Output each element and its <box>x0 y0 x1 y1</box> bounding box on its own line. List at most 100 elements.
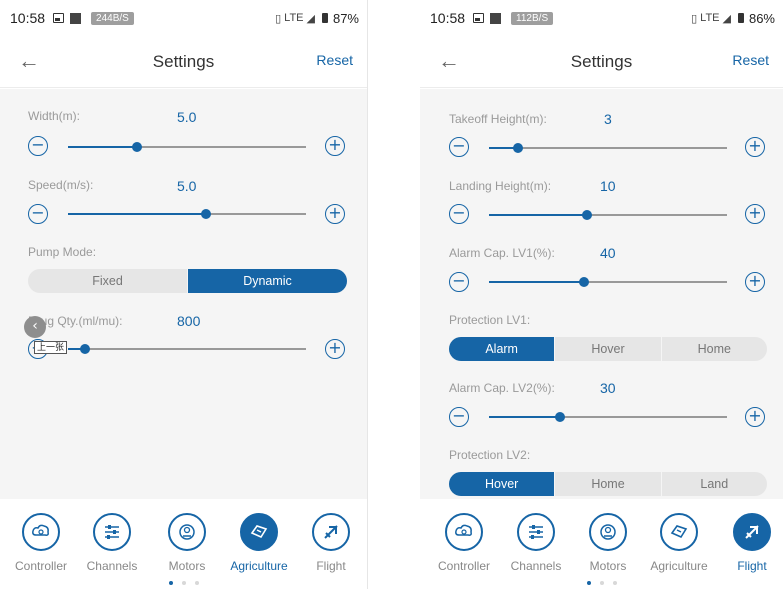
settings-screen-flight: 10:58 112B/S ▯ LTE ◢ 86% ← Settings Rese… <box>420 0 783 589</box>
tab-flight-label: Flight <box>316 559 346 573</box>
tab-flight[interactable]: Flight <box>296 513 366 573</box>
bottom-tab-bar: Controller Channels Motors Agriculture F… <box>0 499 367 589</box>
pump-mode-fixed[interactable]: Fixed <box>28 269 187 293</box>
alarm-cap-lv1-value: 40 <box>600 245 616 261</box>
app-notification-icon <box>70 12 82 24</box>
protection-lv2-segmented: Hover Home Land <box>449 472 767 496</box>
settings-screen-agriculture: 10:58 244B/S ▯ LTE ◢ 87% ← Settings Rese… <box>0 0 367 589</box>
drug-qty-slider[interactable] <box>68 344 306 354</box>
signal-icon: ◢ <box>306 12 315 25</box>
signal-icon: ◢ <box>722 12 731 25</box>
tab-agriculture-label: Agriculture <box>650 559 708 573</box>
page-dot <box>599 581 604 585</box>
speed-increase-button[interactable]: + <box>325 204 345 224</box>
pump-mode-dynamic[interactable]: Dynamic <box>187 269 347 293</box>
battery-icon <box>321 13 328 23</box>
tab-motors-label: Motors <box>589 559 627 573</box>
vibrate-icon: ▯ <box>691 12 698 25</box>
page-title: Settings <box>570 51 633 71</box>
landing-height-decrease-button[interactable]: − <box>449 204 469 224</box>
speed-value: 5.0 <box>177 178 197 194</box>
previous-image-tooltip: 上一张 <box>34 341 68 354</box>
protection-lv1-hover[interactable]: Hover <box>554 337 660 361</box>
tab-channels[interactable]: Channels <box>501 513 571 573</box>
width-slider-thumb[interactable] <box>132 142 143 152</box>
alarm-cap-lv1-increase-button[interactable]: + <box>745 272 765 292</box>
network-type: LTE <box>284 12 304 24</box>
landing-height-value: 10 <box>600 178 616 194</box>
reset-button[interactable]: Reset <box>316 52 353 68</box>
alarm-cap-lv1-decrease-button[interactable]: − <box>449 272 469 292</box>
network-type: LTE <box>700 12 720 24</box>
tab-motors[interactable]: Motors <box>573 513 643 573</box>
protection-lv2-label: Protection LV2: <box>449 448 531 462</box>
landing-height-slider-fill <box>489 214 587 216</box>
width-decrease-button[interactable]: − <box>28 136 48 156</box>
alarm-cap-lv2-slider-thumb[interactable] <box>555 412 566 422</box>
chevron-left-icon[interactable]: ‹ <box>24 316 46 338</box>
page-dot-active <box>168 581 173 585</box>
channels-icon <box>93 513 131 551</box>
speed-slider-thumb[interactable] <box>201 209 212 219</box>
alarm-cap-lv2-slider[interactable] <box>489 412 727 422</box>
page-indicator <box>420 581 783 585</box>
speed-slider-fill <box>68 213 207 215</box>
tab-controller[interactable]: Controller <box>429 513 499 573</box>
width-increase-button[interactable]: + <box>325 136 345 156</box>
landing-height-increase-button[interactable]: + <box>745 204 765 224</box>
battery-icon <box>737 13 744 23</box>
drug-qty-value: 800 <box>177 313 201 329</box>
image-notification-icon <box>473 13 485 23</box>
speed-decrease-button[interactable]: − <box>28 204 48 224</box>
alarm-cap-lv2-decrease-button[interactable]: − <box>449 407 469 427</box>
landing-height-slider[interactable] <box>489 210 727 220</box>
tab-flight-label: Flight <box>737 559 767 573</box>
takeoff-height-slider[interactable] <box>489 143 727 153</box>
reset-button[interactable]: Reset <box>732 52 769 68</box>
takeoff-height-label: Takeoff Height(m): <box>449 112 547 126</box>
tab-motors[interactable]: Motors <box>152 513 222 573</box>
tab-agriculture[interactable]: Agriculture <box>644 513 714 573</box>
alarm-cap-lv1-slider-thumb[interactable] <box>579 277 590 287</box>
protection-lv1-alarm[interactable]: Alarm <box>449 337 555 361</box>
pump-mode-label: Pump Mode: <box>28 245 97 259</box>
tab-controller-label: Controller <box>14 559 68 573</box>
drug-qty-slider-thumb[interactable] <box>79 344 90 354</box>
landing-height-slider-thumb[interactable] <box>581 210 592 220</box>
protection-lv1-home[interactable]: Home <box>660 337 767 361</box>
settings-content: Width(m): 5.0 − + Speed(m/s): 5.0 − + Pu… <box>0 89 367 499</box>
protection-lv2-home[interactable]: Home <box>554 472 660 496</box>
width-slider-fill <box>68 146 138 148</box>
alarm-cap-lv2-increase-button[interactable]: + <box>745 407 765 427</box>
tab-motors-label: Motors <box>168 559 206 573</box>
header: ← Settings Reset <box>420 36 783 88</box>
speed-label: Speed(m/s): <box>28 178 94 192</box>
takeoff-height-increase-button[interactable]: + <box>745 137 765 157</box>
alarm-cap-lv2-value: 30 <box>600 380 616 396</box>
landing-height-label: Landing Height(m): <box>449 179 552 193</box>
network-speed: 112B/S <box>511 11 554 25</box>
page-indicator <box>0 581 367 585</box>
speed-slider[interactable] <box>68 209 306 219</box>
alarm-cap-lv1-slider[interactable] <box>489 277 727 287</box>
page-title: Settings <box>152 51 215 71</box>
page-dot <box>194 581 199 585</box>
network-speed: 244B/S <box>91 11 134 25</box>
tab-flight[interactable]: Flight <box>717 513 783 573</box>
tab-channels[interactable]: Channels <box>77 513 147 573</box>
tab-agriculture[interactable]: Agriculture <box>224 513 294 573</box>
arrow-left-icon[interactable]: ← <box>18 49 44 73</box>
protection-lv2-hover[interactable]: Hover <box>449 472 555 496</box>
takeoff-height-decrease-button[interactable]: − <box>449 137 469 157</box>
pump-mode-segmented: Fixed Dynamic <box>28 269 347 293</box>
protection-lv2-land[interactable]: Land <box>660 472 767 496</box>
battery-percent: 87% <box>332 10 359 26</box>
status-bar: 10:58 244B/S ▯ LTE ◢ 87% <box>0 0 367 36</box>
tab-controller[interactable]: Controller <box>6 513 76 573</box>
takeoff-height-slider-thumb[interactable] <box>512 143 523 153</box>
width-slider[interactable] <box>68 142 306 152</box>
alarm-cap-lv1-slider-fill <box>489 281 585 283</box>
header: ← Settings Reset <box>0 36 367 88</box>
drug-qty-increase-button[interactable]: + <box>325 339 345 359</box>
arrow-left-icon[interactable]: ← <box>438 49 464 73</box>
